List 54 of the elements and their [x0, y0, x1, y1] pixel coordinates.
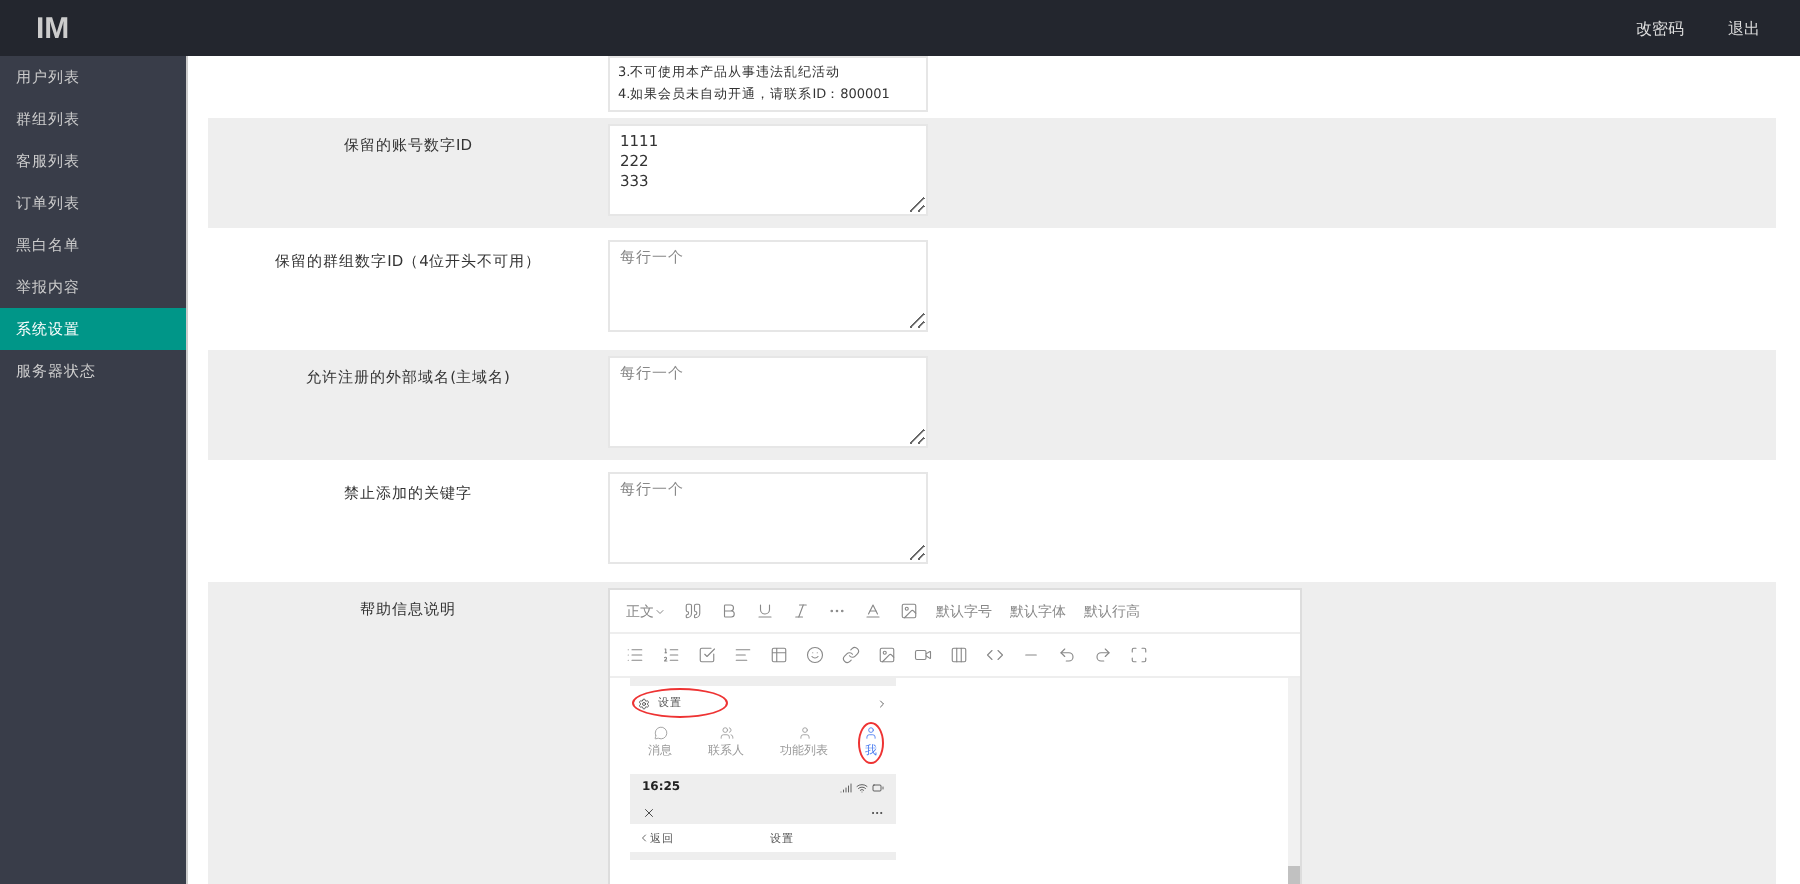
numbered-list-icon	[662, 646, 680, 664]
fullscreen-icon	[1130, 646, 1148, 664]
image-button[interactable]	[878, 646, 896, 664]
table-icon	[950, 646, 968, 664]
signal-icon	[840, 781, 852, 793]
annotation-ellipse	[632, 688, 728, 718]
underline-button[interactable]	[756, 602, 774, 620]
annotation-circle	[858, 722, 884, 764]
font-color-icon	[864, 602, 882, 620]
checkbox-icon	[698, 646, 716, 664]
video-icon	[914, 646, 932, 664]
caret-icon	[654, 605, 666, 617]
code-icon	[986, 646, 1004, 664]
bold-icon	[720, 602, 738, 620]
header-link[interactable]: 退出	[1728, 17, 1760, 39]
align-button[interactable]	[734, 646, 752, 664]
nav-icon	[719, 726, 733, 740]
video-button[interactable]	[914, 646, 932, 664]
scrollbar[interactable]	[1288, 678, 1300, 884]
link-button[interactable]	[842, 646, 860, 664]
back-icon	[638, 832, 650, 844]
logo: IM	[36, 11, 70, 45]
chevron-right-icon	[876, 697, 888, 709]
nav-icon	[653, 726, 667, 740]
wifi-icon	[856, 781, 868, 793]
emoji-icon	[806, 646, 824, 664]
undo-icon	[1058, 646, 1076, 664]
header-link[interactable]: 改密码	[1636, 17, 1684, 39]
list-button[interactable]	[626, 646, 644, 664]
quote-icon	[684, 602, 702, 620]
checkbox-button[interactable]	[698, 646, 716, 664]
nav-icon	[797, 726, 811, 740]
font-color-button[interactable]	[864, 602, 882, 620]
underline-icon	[756, 602, 774, 620]
nav-icon	[864, 726, 878, 740]
redo-button[interactable]	[1094, 646, 1112, 664]
italic-button[interactable]	[792, 602, 810, 620]
bold-button[interactable]	[720, 602, 738, 620]
emoji-button[interactable]	[806, 646, 824, 664]
settings-icon	[638, 697, 650, 709]
list-icon	[626, 646, 644, 664]
numbered-list-button[interactable]	[662, 646, 680, 664]
table-button[interactable]	[950, 646, 968, 664]
undo-button[interactable]	[1058, 646, 1076, 664]
redo-icon	[1094, 646, 1112, 664]
close-icon	[642, 805, 656, 819]
battery-icon	[872, 781, 884, 793]
image-icon	[878, 646, 896, 664]
fullscreen-button[interactable]	[1130, 646, 1148, 664]
italic-icon	[792, 602, 810, 620]
link-icon	[842, 646, 860, 664]
quote-button[interactable]	[684, 602, 702, 620]
align-icon	[734, 646, 752, 664]
code-button[interactable]	[986, 646, 1004, 664]
